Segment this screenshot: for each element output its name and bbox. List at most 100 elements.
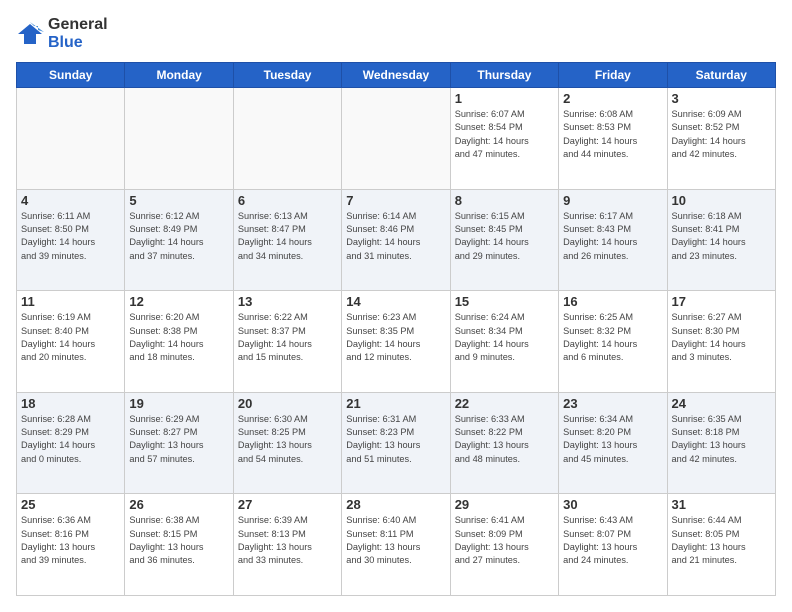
day-number: 16	[563, 294, 662, 309]
calendar-cell: 2 Sunrise: 6:08 AM Sunset: 8:53 PM Daylig…	[559, 88, 667, 190]
calendar-cell: 26 Sunrise: 6:38 AM Sunset: 8:15 PM Dayli…	[125, 494, 233, 596]
day-of-week-header: Sunday	[17, 63, 125, 88]
day-info: Sunrise: 6:14 AM Sunset: 8:46 PM Dayligh…	[346, 210, 445, 263]
day-of-week-header: Thursday	[450, 63, 558, 88]
day-info: Sunrise: 6:18 AM Sunset: 8:41 PM Dayligh…	[672, 210, 771, 263]
calendar-cell: 9 Sunrise: 6:17 AM Sunset: 8:43 PM Daylig…	[559, 189, 667, 291]
day-number: 2	[563, 91, 662, 106]
day-number: 9	[563, 193, 662, 208]
day-number: 4	[21, 193, 120, 208]
day-number: 26	[129, 497, 228, 512]
day-info: Sunrise: 6:08 AM Sunset: 8:53 PM Dayligh…	[563, 108, 662, 161]
day-info: Sunrise: 6:15 AM Sunset: 8:45 PM Dayligh…	[455, 210, 554, 263]
day-info: Sunrise: 6:11 AM Sunset: 8:50 PM Dayligh…	[21, 210, 120, 263]
day-number: 28	[346, 497, 445, 512]
calendar-cell: 28 Sunrise: 6:40 AM Sunset: 8:11 PM Dayli…	[342, 494, 450, 596]
calendar-cell: 22Sunrise: 6:33 AM Sunset: 8:22 PM Dayli…	[450, 392, 558, 494]
day-info: Sunrise: 6:09 AM Sunset: 8:52 PM Dayligh…	[672, 108, 771, 161]
day-number: 6	[238, 193, 337, 208]
day-info: Sunrise: 6:23 AM Sunset: 8:35 PM Dayligh…	[346, 311, 445, 364]
day-info: Sunrise: 6:41 AM Sunset: 8:09 PM Dayligh…	[455, 514, 554, 567]
day-number: 25	[21, 497, 120, 512]
day-number: 20	[238, 396, 337, 411]
day-info: Sunrise: 6:13 AM Sunset: 8:47 PM Dayligh…	[238, 210, 337, 263]
day-info: Sunrise: 6:28 AM Sunset: 8:29 PM Dayligh…	[21, 413, 120, 466]
logo: General Blue	[16, 16, 108, 52]
calendar-cell: 8 Sunrise: 6:15 AM Sunset: 8:45 PM Daylig…	[450, 189, 558, 291]
day-number: 30	[563, 497, 662, 512]
day-of-week-header: Wednesday	[342, 63, 450, 88]
calendar-cell: 13Sunrise: 6:22 AM Sunset: 8:37 PM Dayli…	[233, 291, 341, 393]
day-number: 31	[672, 497, 771, 512]
day-info: Sunrise: 6:30 AM Sunset: 8:25 PM Dayligh…	[238, 413, 337, 466]
calendar-week-row: 25 Sunrise: 6:36 AM Sunset: 8:16 PM Dayli…	[17, 494, 776, 596]
calendar-cell: 23Sunrise: 6:34 AM Sunset: 8:20 PM Dayli…	[559, 392, 667, 494]
calendar-cell: 12 Sunrise: 6:20 AM Sunset: 8:38 PM Dayli…	[125, 291, 233, 393]
day-info: Sunrise: 6:39 AM Sunset: 8:13 PM Dayligh…	[238, 514, 337, 567]
day-info: Sunrise: 6:43 AM Sunset: 8:07 PM Dayligh…	[563, 514, 662, 567]
day-info: Sunrise: 6:19 AM Sunset: 8:40 PM Dayligh…	[21, 311, 120, 364]
day-number: 1	[455, 91, 554, 106]
day-number: 15	[455, 294, 554, 309]
calendar-week-row: 18 Sunrise: 6:28 AM Sunset: 8:29 PM Dayli…	[17, 392, 776, 494]
day-info: Sunrise: 6:25 AM Sunset: 8:32 PM Dayligh…	[563, 311, 662, 364]
calendar-cell: 29Sunrise: 6:41 AM Sunset: 8:09 PM Dayli…	[450, 494, 558, 596]
calendar-week-row: 11 Sunrise: 6:19 AM Sunset: 8:40 PM Dayli…	[17, 291, 776, 393]
header: General Blue	[16, 16, 776, 52]
day-info: Sunrise: 6:40 AM Sunset: 8:11 PM Dayligh…	[346, 514, 445, 567]
day-number: 3	[672, 91, 771, 106]
day-number: 27	[238, 497, 337, 512]
day-info: Sunrise: 6:33 AM Sunset: 8:22 PM Dayligh…	[455, 413, 554, 466]
day-number: 11	[21, 294, 120, 309]
day-info: Sunrise: 6:38 AM Sunset: 8:15 PM Dayligh…	[129, 514, 228, 567]
day-info: Sunrise: 6:29 AM Sunset: 8:27 PM Dayligh…	[129, 413, 228, 466]
day-info: Sunrise: 6:12 AM Sunset: 8:49 PM Dayligh…	[129, 210, 228, 263]
calendar-week-row: 4 Sunrise: 6:11 AM Sunset: 8:50 PM Daylig…	[17, 189, 776, 291]
day-number: 10	[672, 193, 771, 208]
calendar-cell: 17Sunrise: 6:27 AM Sunset: 8:30 PM Dayli…	[667, 291, 775, 393]
page: General Blue SundayMondayTuesdayWednesda…	[0, 0, 792, 612]
calendar-table: SundayMondayTuesdayWednesdayThursdayFrid…	[16, 62, 776, 596]
day-info: Sunrise: 6:17 AM Sunset: 8:43 PM Dayligh…	[563, 210, 662, 263]
day-info: Sunrise: 6:20 AM Sunset: 8:38 PM Dayligh…	[129, 311, 228, 364]
calendar-cell: 14 Sunrise: 6:23 AM Sunset: 8:35 PM Dayli…	[342, 291, 450, 393]
day-of-week-header: Friday	[559, 63, 667, 88]
calendar-cell: 19 Sunrise: 6:29 AM Sunset: 8:27 PM Dayli…	[125, 392, 233, 494]
calendar-cell: 10 Sunrise: 6:18 AM Sunset: 8:41 PM Dayli…	[667, 189, 775, 291]
calendar-cell	[125, 88, 233, 190]
day-number: 12	[129, 294, 228, 309]
day-info: Sunrise: 6:44 AM Sunset: 8:05 PM Dayligh…	[672, 514, 771, 567]
calendar-cell	[233, 88, 341, 190]
calendar-cell: 20 Sunrise: 6:30 AM Sunset: 8:25 PM Dayli…	[233, 392, 341, 494]
day-of-week-header: Monday	[125, 63, 233, 88]
calendar-cell: 5 Sunrise: 6:12 AM Sunset: 8:49 PM Daylig…	[125, 189, 233, 291]
day-number: 23	[563, 396, 662, 411]
day-number: 17	[672, 294, 771, 309]
calendar-cell	[342, 88, 450, 190]
calendar-cell: 15Sunrise: 6:24 AM Sunset: 8:34 PM Dayli…	[450, 291, 558, 393]
calendar-cell: 11 Sunrise: 6:19 AM Sunset: 8:40 PM Dayli…	[17, 291, 125, 393]
day-number: 21	[346, 396, 445, 411]
day-number: 14	[346, 294, 445, 309]
day-of-week-header: Tuesday	[233, 63, 341, 88]
day-number: 5	[129, 193, 228, 208]
day-number: 24	[672, 396, 771, 411]
calendar-cell	[17, 88, 125, 190]
day-number: 18	[21, 396, 120, 411]
day-info: Sunrise: 6:22 AM Sunset: 8:37 PM Dayligh…	[238, 311, 337, 364]
calendar-cell: 6 Sunrise: 6:13 AM Sunset: 8:47 PM Daylig…	[233, 189, 341, 291]
day-info: Sunrise: 6:36 AM Sunset: 8:16 PM Dayligh…	[21, 514, 120, 567]
day-number: 8	[455, 193, 554, 208]
calendar-body: 1 Sunrise: 6:07 AM Sunset: 8:54 PM Daylig…	[17, 88, 776, 596]
calendar-week-row: 1 Sunrise: 6:07 AM Sunset: 8:54 PM Daylig…	[17, 88, 776, 190]
logo-text: General Blue	[48, 16, 108, 52]
calendar-cell: 4 Sunrise: 6:11 AM Sunset: 8:50 PM Daylig…	[17, 189, 125, 291]
day-info: Sunrise: 6:07 AM Sunset: 8:54 PM Dayligh…	[455, 108, 554, 161]
calendar-cell: 30 Sunrise: 6:43 AM Sunset: 8:07 PM Dayli…	[559, 494, 667, 596]
calendar-cell: 24Sunrise: 6:35 AM Sunset: 8:18 PM Dayli…	[667, 392, 775, 494]
calendar-cell: 7Sunrise: 6:14 AM Sunset: 8:46 PM Daylig…	[342, 189, 450, 291]
day-number: 19	[129, 396, 228, 411]
calendar-cell: 27 Sunrise: 6:39 AM Sunset: 8:13 PM Dayli…	[233, 494, 341, 596]
calendar-cell: 1 Sunrise: 6:07 AM Sunset: 8:54 PM Daylig…	[450, 88, 558, 190]
day-of-week-header: Saturday	[667, 63, 775, 88]
